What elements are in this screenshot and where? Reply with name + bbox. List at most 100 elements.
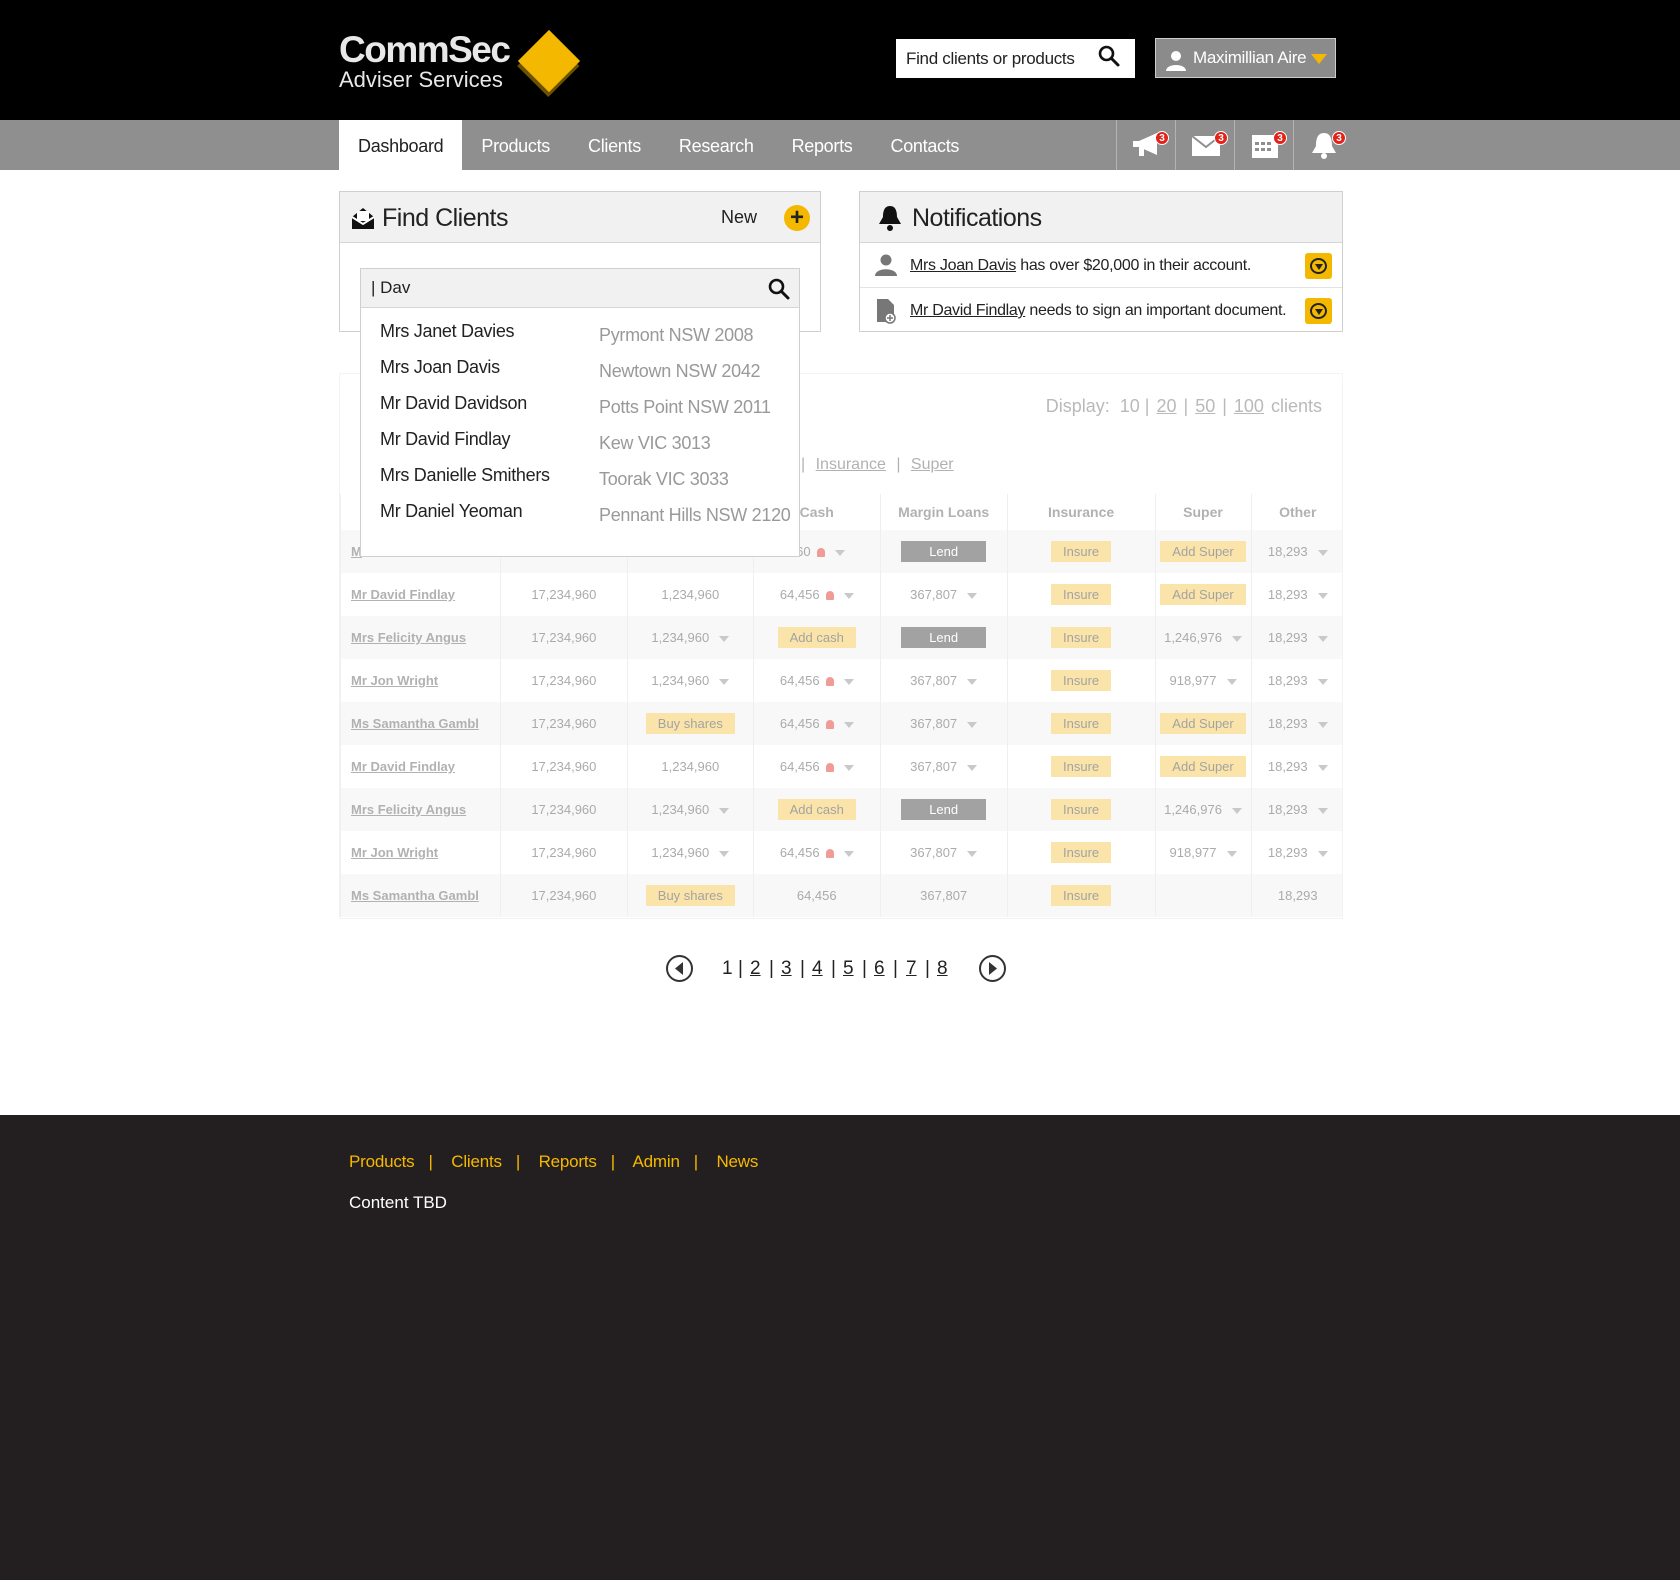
chevron-down-icon[interactable] (843, 764, 854, 771)
chevron-down-icon[interactable] (1317, 549, 1328, 556)
notification-client-link[interactable]: Mr David Findlay (910, 302, 1026, 319)
lend-button[interactable]: Lend (901, 627, 987, 648)
insure-button[interactable]: Insure (1051, 756, 1112, 777)
insure-button[interactable]: Insure (1051, 541, 1112, 562)
search-result-item[interactable]: Mrs Danielle Smithers Toorak VIC 3033 (361, 465, 799, 501)
insure-button[interactable]: Insure (1051, 584, 1112, 605)
display-option-10[interactable]: 10 (1120, 396, 1140, 416)
client-search-input[interactable] (371, 274, 731, 302)
client-name-link[interactable]: Ms Samantha Gambl (340, 702, 501, 745)
search-result-item[interactable]: Mr David Findlay Kew VIC 3013 (361, 429, 799, 465)
chevron-down-icon[interactable] (1317, 850, 1328, 857)
chevron-down-icon[interactable] (1317, 678, 1328, 685)
add-client-button[interactable]: + (784, 205, 810, 231)
display-option-100[interactable]: 100 (1234, 396, 1264, 416)
next-page-button[interactable] (979, 955, 1006, 982)
client-name-link[interactable]: Mr Jon Wright (340, 659, 501, 702)
search-icon[interactable] (1097, 44, 1127, 74)
chevron-down-icon[interactable] (1226, 850, 1237, 857)
footer-link-products[interactable]: Products (349, 1152, 415, 1171)
display-option-20[interactable]: 20 (1156, 396, 1176, 416)
chevron-down-icon[interactable] (1317, 807, 1328, 814)
chevron-down-icon[interactable] (1317, 635, 1328, 642)
chevron-down-icon[interactable] (843, 592, 854, 599)
user-menu-button[interactable]: Maximillian Aire (1155, 38, 1336, 78)
insure-button[interactable]: Insure (1051, 799, 1112, 820)
chevron-down-icon[interactable] (967, 678, 978, 685)
page-link[interactable]: 6 (874, 958, 885, 980)
tab-clients[interactable]: Clients (569, 120, 660, 170)
insure-button[interactable]: Insure (1051, 842, 1112, 863)
add-cash-button[interactable]: Add cash (777, 799, 856, 820)
lend-button[interactable]: Lend (901, 541, 987, 562)
add-super-button[interactable]: Add Super (1160, 584, 1246, 605)
tab-reports[interactable]: Reports (773, 120, 872, 170)
client-name-link[interactable]: Mrs Felicity Angus (340, 788, 501, 831)
tab-products[interactable]: Products (462, 120, 569, 170)
display-option-50[interactable]: 50 (1195, 396, 1215, 416)
client-name-link[interactable]: Mrs Felicity Angus (340, 616, 501, 659)
add-super-button[interactable]: Add Super (1160, 713, 1246, 734)
footer-link-admin[interactable]: Admin (633, 1152, 680, 1171)
chevron-down-icon[interactable] (719, 635, 730, 642)
chevron-down-icon[interactable] (843, 850, 854, 857)
buy-shares-button[interactable]: Buy shares (645, 713, 735, 734)
page-link[interactable]: 2 (750, 958, 761, 980)
chevron-down-icon[interactable] (967, 850, 978, 857)
notification-client-link[interactable]: Mrs Joan Davis (910, 257, 1016, 274)
chevron-down-icon[interactable] (1317, 764, 1328, 771)
announcements-button[interactable]: 3 (1116, 120, 1175, 170)
page-link[interactable]: 8 (937, 958, 948, 980)
page-link[interactable]: 3 (781, 958, 792, 980)
chevron-down-icon[interactable] (967, 764, 978, 771)
client-name-link[interactable]: Ms Samantha Gambl (340, 874, 501, 917)
client-name-link[interactable]: Mr David Findlay (340, 745, 501, 788)
search-result-item[interactable]: Mrs Joan Davis Newtown NSW 2042 (361, 357, 799, 393)
insure-button[interactable]: Insure (1051, 627, 1112, 648)
chevron-down-icon[interactable] (1231, 635, 1242, 642)
add-super-button[interactable]: Add Super (1160, 756, 1246, 777)
tab-contacts[interactable]: Contacts (872, 120, 979, 170)
search-icon[interactable] (767, 277, 791, 301)
buy-shares-button[interactable]: Buy shares (645, 885, 735, 906)
page-link[interactable]: 5 (843, 958, 854, 980)
messages-button[interactable]: 3 (1175, 120, 1234, 170)
page-link[interactable]: 7 (906, 958, 917, 980)
chevron-down-icon[interactable] (1317, 721, 1328, 728)
commsec-logo[interactable]: CommSec Adviser Services (339, 31, 511, 92)
chevron-down-icon[interactable] (834, 549, 845, 556)
footer-link-reports[interactable]: Reports (539, 1152, 597, 1171)
chevron-down-icon[interactable] (1226, 678, 1237, 685)
insure-button[interactable]: Insure (1051, 713, 1112, 734)
search-result-item[interactable]: Mr Daniel Yeoman Pennant Hills NSW 2120 (361, 501, 799, 537)
page-link[interactable]: 4 (812, 958, 823, 980)
add-cash-button[interactable]: Add cash (777, 627, 856, 648)
chevron-down-icon[interactable] (967, 721, 978, 728)
tab-research[interactable]: Research (660, 120, 773, 170)
chevron-down-icon[interactable] (843, 678, 854, 685)
chevron-down-icon[interactable] (967, 592, 978, 599)
chevron-down-icon[interactable] (843, 721, 854, 728)
lend-button[interactable]: Lend (901, 799, 987, 820)
search-result-item[interactable]: Mr David Davidson Potts Point NSW 2011 (361, 393, 799, 429)
client-name-link[interactable]: Mr Jon Wright (340, 831, 501, 874)
chevron-down-icon[interactable] (719, 850, 730, 857)
client-name-link[interactable]: Mr David Findlay (340, 573, 501, 616)
new-client-label[interactable]: New (721, 207, 757, 228)
filter-super[interactable]: Super (911, 456, 954, 473)
chevron-down-icon[interactable] (1317, 592, 1328, 599)
filter-insurance[interactable]: Insurance (816, 456, 886, 473)
prev-page-button[interactable] (666, 955, 693, 982)
footer-link-news[interactable]: News (716, 1152, 758, 1171)
chevron-down-icon[interactable] (719, 678, 730, 685)
search-result-item[interactable]: Mrs Janet Davies Pyrmont NSW 2008 (361, 321, 799, 357)
alerts-button[interactable]: 3 (1293, 120, 1352, 170)
footer-link-clients[interactable]: Clients (451, 1152, 502, 1171)
calendar-button[interactable]: 3 (1234, 120, 1293, 170)
insure-button[interactable]: Insure (1051, 885, 1112, 906)
chevron-down-icon[interactable] (1231, 807, 1242, 814)
insure-button[interactable]: Insure (1051, 670, 1112, 691)
chevron-down-icon[interactable] (719, 807, 730, 814)
tab-dashboard[interactable]: Dashboard (339, 120, 463, 170)
add-super-button[interactable]: Add Super (1160, 541, 1246, 562)
